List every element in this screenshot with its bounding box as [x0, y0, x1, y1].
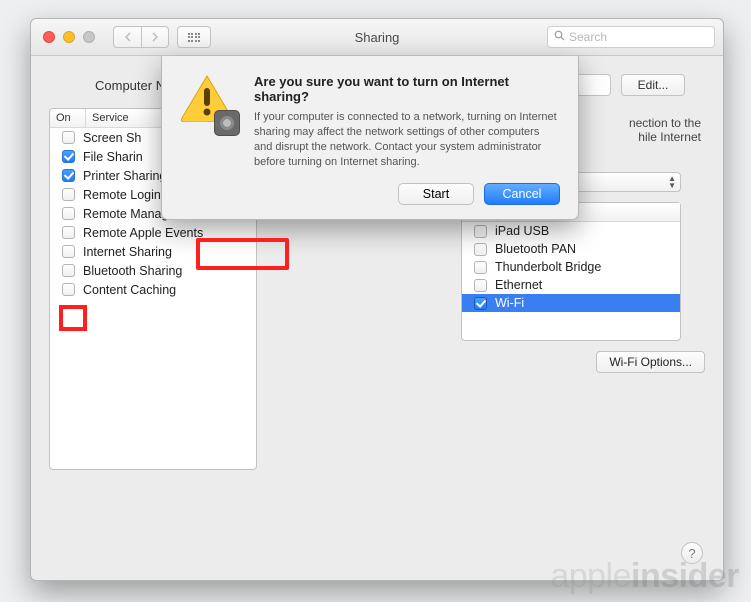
sheet-message: If your computer is connected to a netwo… — [254, 110, 560, 169]
wifi-options-button[interactable]: Wi-Fi Options... — [596, 351, 705, 373]
grid-icon — [188, 33, 201, 42]
titlebar: Sharing Search — [31, 19, 723, 56]
sheet-buttons: Start Cancel — [254, 183, 560, 205]
checkbox[interactable] — [62, 264, 75, 277]
checkbox[interactable] — [62, 283, 75, 296]
checkbox[interactable] — [474, 297, 487, 310]
search-input[interactable]: Search — [547, 26, 715, 48]
edit-button[interactable]: Edit... — [621, 74, 685, 96]
sheet-body: Are you sure you want to turn on Interne… — [254, 74, 560, 205]
updown-icon: ▲▼ — [668, 175, 676, 189]
watermark: appleinsider — [550, 557, 739, 596]
minimize-window-button[interactable] — [63, 31, 75, 43]
port-row-bluetooth-pan[interactable]: Bluetooth PAN — [462, 240, 680, 258]
port-row-thunderbolt-bridge[interactable]: Thunderbolt Bridge — [462, 258, 680, 276]
services-header-on: On — [50, 109, 86, 127]
confirm-sheet: Are you sure you want to turn on Interne… — [161, 56, 579, 220]
close-window-button[interactable] — [43, 31, 55, 43]
search-icon — [554, 30, 565, 44]
service-row-content-caching[interactable]: Content Caching — [50, 280, 256, 299]
zoom-window-button[interactable] — [83, 31, 95, 43]
checkbox[interactable] — [62, 131, 75, 144]
checkbox[interactable] — [62, 226, 75, 239]
ports-list: On Ports iPad USB Bluetooth PAN Thunderb… — [461, 202, 681, 341]
checkbox[interactable] — [62, 169, 75, 182]
preferences-window: Sharing Search Computer Na Edit... On Se… — [30, 18, 724, 581]
checkbox[interactable] — [474, 225, 487, 238]
forward-button[interactable] — [141, 26, 169, 48]
checkbox[interactable] — [62, 150, 75, 163]
port-row-ipad-usb[interactable]: iPad USB — [462, 222, 680, 240]
show-all-button[interactable] — [177, 26, 211, 48]
sheet-title: Are you sure you want to turn on Interne… — [254, 74, 560, 104]
port-row-ethernet[interactable]: Ethernet — [462, 276, 680, 294]
window-controls — [43, 31, 95, 43]
start-button[interactable]: Start — [398, 183, 474, 205]
checkbox[interactable] — [62, 188, 75, 201]
checkbox[interactable] — [62, 245, 75, 258]
service-row-bluetooth-sharing[interactable]: Bluetooth Sharing — [50, 261, 256, 280]
nav-segment — [113, 26, 169, 48]
port-row-wifi[interactable]: Wi-Fi — [462, 294, 680, 312]
service-row-internet-sharing[interactable]: Internet Sharing — [50, 242, 256, 261]
chevron-left-icon — [124, 32, 132, 42]
checkbox[interactable] — [62, 207, 75, 220]
checkbox[interactable] — [474, 279, 487, 292]
cancel-button[interactable]: Cancel — [484, 183, 560, 205]
back-button[interactable] — [113, 26, 141, 48]
gear-icon — [214, 110, 240, 136]
chevron-right-icon — [151, 32, 159, 42]
warning-icon — [180, 74, 238, 132]
search-placeholder: Search — [569, 30, 607, 44]
checkbox[interactable] — [474, 261, 487, 274]
to-using-row: To computers using: On Ports iPad USB Bl… — [269, 202, 705, 341]
checkbox[interactable] — [474, 243, 487, 256]
service-row-remote-apple-events[interactable]: Remote Apple Events — [50, 223, 256, 242]
